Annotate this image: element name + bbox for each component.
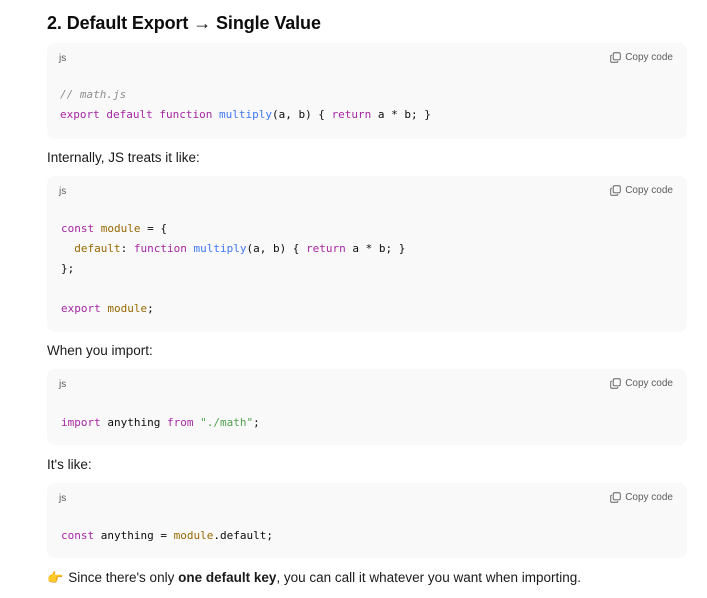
code-token: multiply bbox=[193, 242, 247, 255]
code-block: js Copy code const anything = module.def… bbox=[47, 483, 687, 558]
code-token: export bbox=[61, 302, 101, 315]
code-token: "./math" bbox=[200, 416, 254, 429]
code-line: }; bbox=[61, 259, 405, 279]
code-token: from bbox=[166, 416, 194, 429]
code-token: const bbox=[61, 529, 95, 542]
paragraph-final: 👉 Since there's only one default key, you… bbox=[47, 570, 581, 586]
code-token: (a, b) { bbox=[271, 108, 332, 121]
code-token: = { bbox=[140, 222, 167, 235]
final-text-bold: one default key bbox=[178, 570, 277, 585]
language-label: js bbox=[59, 186, 67, 197]
code-token: module bbox=[173, 529, 214, 542]
code-token: .default; bbox=[213, 529, 273, 542]
code-token: anything bbox=[100, 416, 167, 429]
code-token: a * b; } bbox=[345, 242, 406, 255]
code-line: export default function multiply(a, b) {… bbox=[60, 105, 431, 125]
code-token: default bbox=[74, 242, 121, 255]
code-token: default bbox=[106, 108, 153, 121]
paragraph-its-like: It's like: bbox=[47, 457, 92, 472]
code-token: }; bbox=[61, 262, 75, 275]
paragraph-when-import: When you import: bbox=[47, 343, 153, 358]
copy-code-button[interactable]: Copy code bbox=[610, 378, 673, 389]
copy-code-button[interactable]: Copy code bbox=[610, 185, 673, 196]
copy-icon bbox=[610, 378, 621, 389]
pointing-hand-icon: 👉 bbox=[47, 570, 64, 585]
code-block: js Copy code import anything from "./mat… bbox=[47, 369, 687, 445]
code-token: module bbox=[100, 222, 141, 235]
code-token: (a, b) { bbox=[246, 242, 307, 255]
paragraph-internally: Internally, JS treats it like: bbox=[47, 150, 200, 165]
code-token: multiply bbox=[218, 108, 272, 121]
code-token: return bbox=[331, 108, 372, 121]
code-token: // math.js bbox=[60, 88, 127, 101]
code-content: import anything from "./math"; bbox=[61, 413, 260, 433]
code-token: a * b; } bbox=[371, 108, 431, 121]
code-line: export module; bbox=[61, 299, 405, 319]
code-content: // math.js export default function multip… bbox=[60, 85, 431, 125]
code-block: js Copy code // math.js export default fu… bbox=[47, 43, 687, 139]
code-token: ; bbox=[253, 416, 260, 429]
copy-code-label: Copy code bbox=[625, 52, 673, 63]
copy-icon bbox=[610, 492, 621, 503]
language-label: js bbox=[59, 379, 67, 390]
code-content: const module = { default: function multi… bbox=[61, 219, 405, 319]
code-line: default: function multiply(a, b) { retur… bbox=[61, 239, 405, 259]
copy-code-label: Copy code bbox=[625, 378, 673, 389]
code-line: import anything from "./math"; bbox=[61, 413, 260, 433]
code-line: const module = { bbox=[61, 219, 405, 239]
copy-icon bbox=[610, 185, 621, 196]
final-text-pre: Since there's only bbox=[68, 570, 179, 585]
code-token: function bbox=[133, 242, 187, 255]
code-token: import bbox=[61, 416, 101, 429]
section-heading: 2. Default Export → Single Value bbox=[47, 13, 321, 33]
code-token: return bbox=[306, 242, 346, 255]
code-token: module bbox=[107, 302, 148, 315]
copy-code-label: Copy code bbox=[625, 185, 673, 196]
code-block: js Copy code const module = { default: f… bbox=[47, 176, 687, 332]
final-text-post: , you can call it whatever you want when… bbox=[276, 570, 582, 585]
language-label: js bbox=[59, 53, 67, 64]
code-token: : bbox=[120, 242, 134, 255]
code-line: // math.js bbox=[60, 85, 431, 105]
code-content: const anything = module.default; bbox=[61, 526, 273, 546]
code-line: const anything = module.default; bbox=[61, 526, 273, 546]
code-token: const bbox=[61, 222, 95, 235]
language-label: js bbox=[59, 493, 67, 504]
copy-code-label: Copy code bbox=[625, 492, 673, 503]
copy-code-button[interactable]: Copy code bbox=[610, 52, 673, 63]
code-token: export bbox=[60, 108, 100, 121]
code-token: ; bbox=[147, 302, 154, 315]
copy-code-button[interactable]: Copy code bbox=[610, 492, 673, 503]
code-token: anything = bbox=[94, 529, 174, 542]
copy-icon bbox=[610, 52, 621, 63]
code-token: function bbox=[159, 108, 213, 121]
